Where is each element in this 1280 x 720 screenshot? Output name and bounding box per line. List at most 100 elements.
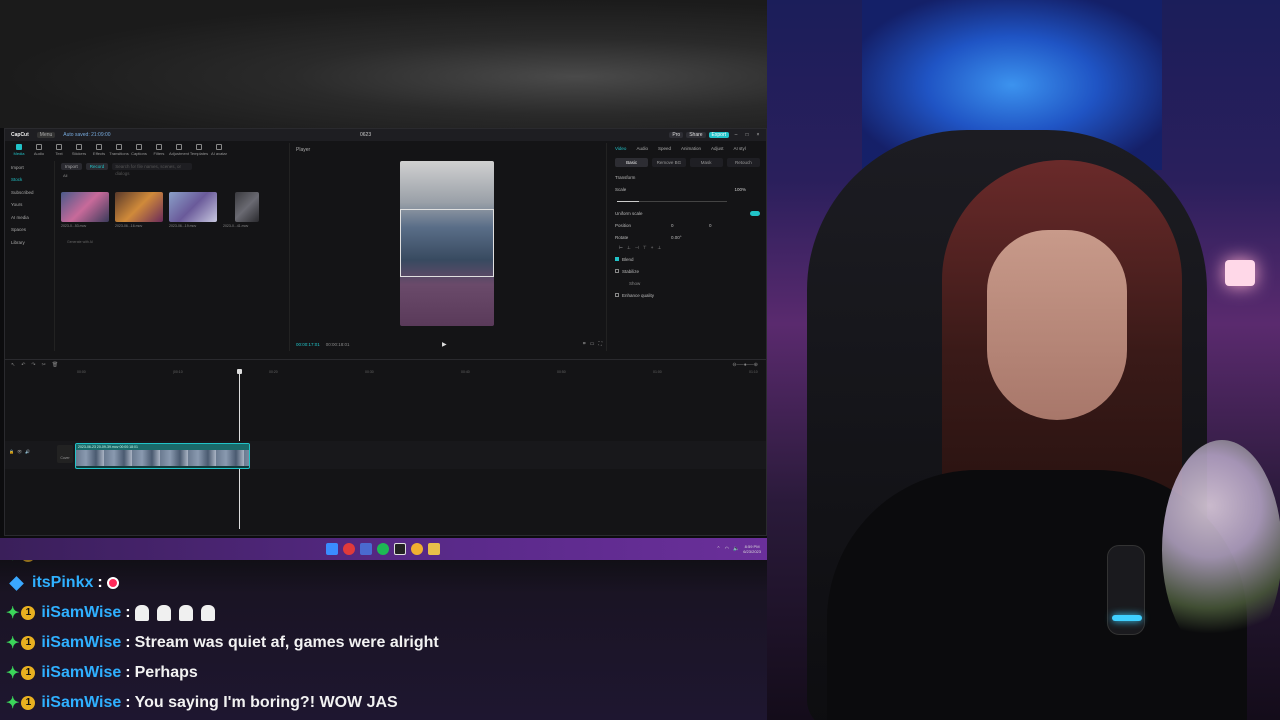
spotify-icon[interactable]	[377, 543, 389, 555]
volume-icon[interactable]: 🔈	[733, 546, 739, 552]
media-sidebar: Import Stock Subscribed Yours AI media S…	[5, 161, 55, 351]
chat-username[interactable]: iiSamWise	[41, 604, 121, 622]
mute-icon[interactable]: 🔊	[25, 449, 30, 454]
sidebar-item-yours[interactable]: Yours	[5, 199, 54, 212]
maximize-icon[interactable]: □	[743, 132, 751, 138]
subtab-remove-bg[interactable]: Remove BG	[652, 158, 686, 167]
blend-checkbox[interactable]	[615, 257, 619, 261]
tool-audio[interactable]: Audio	[29, 141, 49, 159]
select-icon[interactable]: ↖	[11, 362, 15, 368]
chat-message: ✦ 1 iiSamWise : You saying I'm boring?! …	[6, 694, 398, 712]
preview-canvas[interactable]	[400, 161, 494, 326]
media-search-input[interactable]: Search for file names, scenes, or dialog…	[112, 162, 193, 176]
delete-icon[interactable]: 🗑	[52, 362, 58, 368]
minimize-icon[interactable]: –	[732, 132, 740, 138]
chat-username[interactable]: iiSamWise	[41, 634, 121, 652]
share-button[interactable]: Share	[686, 132, 706, 138]
chat-username[interactable]: iiSamWise	[41, 694, 121, 712]
folder-icon[interactable]	[428, 543, 440, 555]
ratio-icon[interactable]: ▭	[590, 341, 595, 347]
enhance-checkbox[interactable]	[615, 293, 619, 297]
tool-media[interactable]: Media	[9, 141, 29, 159]
discord-icon[interactable]	[360, 543, 372, 555]
sidebar-item-spaces[interactable]: Spaces	[5, 224, 54, 237]
sidebar-item-library[interactable]: Library	[5, 236, 54, 249]
position-x[interactable]: 0	[671, 223, 674, 228]
tool-ai-avatar[interactable]: AI avatar	[209, 141, 229, 159]
tool-captions[interactable]: Captions	[129, 141, 149, 159]
media-thumb[interactable]: 2023-06...19.mov	[169, 192, 217, 232]
play-icon[interactable]: ▶	[442, 341, 447, 348]
tab-speed[interactable]: Speed	[658, 146, 671, 151]
stabilize-checkbox[interactable]	[615, 269, 619, 273]
candle	[1225, 260, 1255, 286]
tab-ai-style[interactable]: AI styl	[734, 146, 746, 151]
tool-transitions[interactable]: Transitions	[109, 141, 129, 159]
close-icon[interactable]: ×	[754, 132, 762, 138]
sidebar-item-import[interactable]: Import	[5, 161, 54, 174]
visibility-icon[interactable]: 👁	[17, 449, 22, 454]
filter-all[interactable]: All	[57, 173, 287, 178]
wifi-icon[interactable]: ◠	[725, 546, 729, 552]
redo-icon[interactable]: ↷	[31, 362, 35, 368]
start-icon[interactable]	[326, 543, 338, 555]
subtab-retouch[interactable]: Retouch	[726, 158, 760, 167]
media-thumb[interactable]: 2023-06...16.mov	[115, 192, 163, 232]
stabilize-level[interactable]: Show	[609, 277, 766, 289]
align-top-icon[interactable]: ⊤	[643, 245, 647, 251]
uniform-scale-toggle[interactable]	[750, 210, 760, 216]
video-clip[interactable]: 2023-06-23 20-09-39.mov 00:00:18:01	[75, 443, 250, 469]
tool-stickers[interactable]: Stickers	[69, 141, 89, 159]
media-thumb[interactable]: 2023-0...53.mov	[61, 192, 109, 232]
chrome-icon[interactable]	[411, 543, 423, 555]
pro-button[interactable]: Pro	[669, 132, 684, 138]
import-button[interactable]: Import	[61, 162, 82, 170]
menu-button[interactable]: Menu	[36, 132, 56, 138]
filters-icon	[156, 144, 162, 150]
zoom-slider-icon[interactable]: ⊖──●──⊕	[732, 362, 758, 368]
position-y[interactable]: 0	[709, 223, 712, 228]
tool-text[interactable]: Text	[49, 141, 69, 159]
tab-animation[interactable]: Animation	[681, 146, 701, 151]
ai-avatar-icon	[216, 144, 222, 150]
tool-filters[interactable]: Filters	[149, 141, 169, 159]
fullscreen-icon[interactable]: ⛶	[598, 341, 602, 347]
tool-effects[interactable]: Effects	[89, 141, 109, 159]
sidebar-item-stock[interactable]: Stock	[5, 174, 54, 187]
timeline-ruler[interactable]: 00:00 |00:10 00:20 00:30 00:40 00:50 01:…	[57, 369, 765, 377]
crop-icon[interactable]: ⌗	[583, 341, 586, 347]
lock-icon[interactable]: 🔒	[9, 449, 14, 454]
tab-video[interactable]: Video	[615, 146, 626, 151]
align-left-icon[interactable]: ⊢	[619, 245, 623, 251]
sidebar-item-ai-media[interactable]: AI media	[5, 211, 54, 224]
capcut-icon[interactable]	[394, 543, 406, 555]
scale-value[interactable]: 100%	[734, 187, 746, 192]
split-icon[interactable]: ✂	[42, 362, 46, 368]
align-right-icon[interactable]: ⊣	[635, 245, 639, 251]
clock[interactable]: 8:59 PM 6/23/2023	[743, 544, 761, 554]
opera-icon[interactable]	[343, 543, 355, 555]
rotate-value[interactable]: 0.00°	[671, 235, 682, 240]
export-button[interactable]: Export	[708, 132, 729, 138]
blurred-overlay	[0, 0, 767, 128]
tab-audio[interactable]: Audio	[636, 146, 648, 151]
subtab-basic[interactable]: Basic	[615, 158, 649, 167]
chat-username[interactable]: iiSamWise	[41, 664, 121, 682]
record-button[interactable]: Record	[85, 162, 109, 170]
subtab-mask[interactable]: Mask	[689, 158, 723, 167]
align-center-icon[interactable]: ⊥	[627, 245, 631, 251]
tool-adjustment[interactable]: Adjustment	[169, 141, 189, 159]
media-thumb[interactable]: 2023-0...41.mov	[223, 192, 271, 232]
align-bottom-icon[interactable]: ⊥	[657, 245, 661, 251]
scale-slider[interactable]	[609, 195, 766, 207]
align-middle-icon[interactable]: +	[651, 245, 654, 251]
selection-box[interactable]	[400, 209, 494, 277]
tool-templates[interactable]: Templates	[189, 141, 209, 159]
tab-adjust[interactable]: Adjust	[711, 146, 724, 151]
generate-hint[interactable]: Generate with AI	[67, 240, 287, 244]
chevron-up-icon[interactable]: ⌃	[716, 546, 720, 552]
chat-username[interactable]: itsPinkx	[32, 574, 93, 592]
cover-button[interactable]: Cover	[57, 445, 73, 463]
sidebar-item-subscribed[interactable]: Subscribed	[5, 186, 54, 199]
undo-icon[interactable]: ↶	[21, 362, 25, 368]
